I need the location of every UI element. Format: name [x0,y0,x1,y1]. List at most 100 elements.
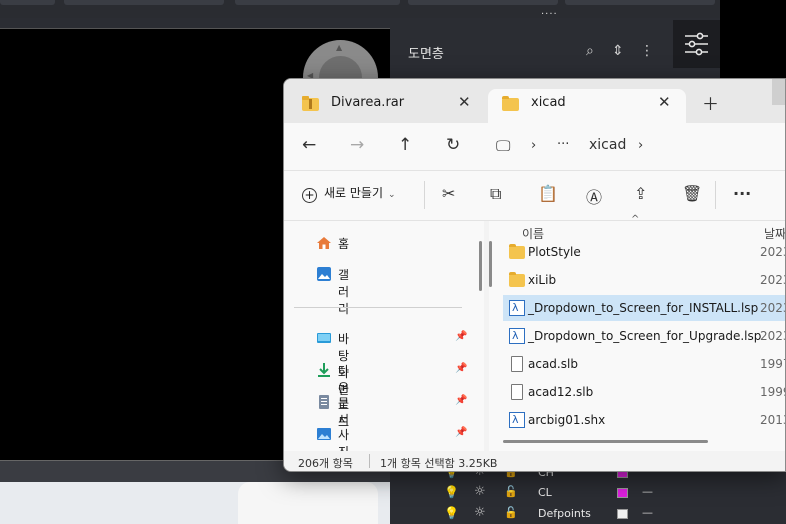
layer-panel-title: 도면층 [408,47,444,62]
file-row-selected[interactable]: _Dropdown_to_Screen_for_INSTALL.lsp 2023 [503,295,785,321]
sidebar-divider [294,307,462,308]
more-options-icon[interactable]: ··· [733,184,751,203]
layer-row[interactable]: 💡 ☼ 🔓 CL — [440,483,720,503]
document-icon [319,395,329,409]
new-item-button[interactable]: + 새로 만들기 ⌄ [302,184,396,203]
file-name: PlotStyle [528,245,581,259]
file-row[interactable]: arcbig01.shx 2013 [503,407,785,433]
sort-icon[interactable]: ⇕ [612,44,624,58]
sliders-icon [685,32,708,56]
list-scrollbar[interactable] [489,241,492,287]
close-icon[interactable]: ✕ [658,93,671,111]
tab-divarea[interactable]: Divarea.rar ✕ [288,89,486,123]
cad-top-tab[interactable] [0,0,55,5]
layer-color-swatch[interactable] [617,488,628,498]
chevron-down-icon: ⌄ [388,190,396,200]
file-date: 2013 [760,413,785,427]
paste-icon[interactable]: 📋 [538,184,558,203]
file-date: 1999 [760,385,785,399]
copy-icon[interactable]: ⧉ [490,184,501,204]
cut-icon[interactable]: ✂ [442,184,455,203]
cad-bottom-panel [0,482,390,524]
archive-folder-icon [302,96,319,111]
file-date: 2023 [760,245,785,259]
selection-info: 1개 항목 선택함 3.25KB [380,457,498,470]
item-count: 206개 항목 [298,457,353,470]
horizontal-scrollbar[interactable] [503,440,708,443]
file-explorer-window: Divarea.rar ✕ xicad ✕ ＋ ← → ↑ ↻ 🖵 › ··· … [283,78,786,472]
lisp-file-icon [509,300,525,316]
status-bar: 206개 항목 1개 항목 선택함 3.25KB [284,451,785,471]
file-row[interactable]: xiLib 2023 [503,267,785,293]
pin-icon[interactable]: 📌 [455,427,467,438]
download-icon [318,363,330,377]
file-icon [511,384,523,400]
status-divider [369,454,370,468]
file-name: xiLib [528,273,557,287]
arrow-up-icon[interactable]: ▲ [336,43,342,52]
tab-bar: Divarea.rar ✕ xicad ✕ ＋ [284,79,785,123]
file-icon [511,356,523,372]
lightbulb-icon[interactable]: 💡 [444,485,459,499]
cad-top-tab[interactable] [408,0,558,5]
pin-icon[interactable]: 📌 [455,363,467,374]
file-name: arcbig01.shx [528,413,606,427]
monitor-icon[interactable]: 🖵 [496,137,510,155]
file-row[interactable]: _Dropdown_to_Screen_for_Upgrade.lsp 2023 [503,323,785,349]
cad-bottom-shape [238,482,378,524]
cad-top-tab[interactable] [565,0,715,5]
file-row[interactable]: acad.slb 1997 [503,351,785,377]
file-row[interactable]: PlotStyle 2023 [503,239,785,265]
layer-name: CL [538,486,552,499]
home-icon [317,237,331,249]
more-vertical-icon[interactable]: ⋮ [640,44,654,58]
new-tab-plus-icon[interactable]: ＋ [702,90,719,115]
file-list: ^ 이름 날짜 PlotStyle 2023 xiLib 2023 _Dropd… [489,214,785,451]
more-dots-icon[interactable]: ···· [541,9,558,20]
sidebar-scrollbar[interactable] [479,241,482,291]
file-date: 2023 [760,329,785,343]
file-row[interactable]: acad12.slb 1999 [503,379,785,405]
tab-xicad[interactable]: xicad ✕ [488,89,686,123]
gallery-icon [317,267,331,281]
tab-label: xicad [531,95,566,110]
sidebar-label: 문서 [338,396,350,427]
layer-row[interactable]: 💡 ☼ 🔓 Defpoints — [440,504,720,524]
search-icon[interactable]: ⌕ [586,44,594,58]
back-arrow-icon[interactable]: ← [302,135,316,155]
sun-icon[interactable]: ☼ [474,484,486,499]
forward-arrow-icon[interactable]: → [350,135,364,155]
sun-icon[interactable]: ☼ [474,505,486,520]
new-item-label: 새로 만들기 [324,186,384,200]
lisp-file-icon [509,328,525,344]
breadcrumb-current[interactable]: xicad [589,137,626,153]
command-bar: + 새로 만들기 ⌄ ✂ ⧉ 📋 Ⓐ ⇪ 🗑 ··· [284,171,785,221]
file-name: _Dropdown_to_Screen_for_Upgrade.lsp [528,329,762,343]
lock-icon[interactable]: 🔓 [504,506,518,519]
cad-top-tab[interactable] [235,0,400,5]
desktop-icon [317,333,331,343]
lightbulb-icon[interactable]: 💡 [444,506,459,520]
toolbar-divider [715,181,716,209]
pin-icon[interactable]: 📌 [455,331,467,342]
delete-icon[interactable]: 🗑 [682,184,702,203]
linetype-dash: — [642,485,653,498]
chevron-right-icon[interactable]: › [638,138,643,153]
sidebar-label: 갤러리 [338,268,350,316]
share-icon[interactable]: ⇪ [634,184,647,203]
window-control-strip[interactable] [772,79,785,105]
toolbar-divider [424,181,425,209]
close-icon[interactable]: ✕ [458,93,471,111]
up-arrow-icon[interactable]: ↑ [398,135,412,155]
file-date: 1997 [760,357,785,371]
chevron-right-icon[interactable]: › [531,138,536,153]
rename-icon[interactable]: Ⓐ [586,184,602,208]
pin-icon[interactable]: 📌 [455,395,467,406]
breadcrumb-ellipsis[interactable]: ··· [557,137,569,152]
layer-color-swatch[interactable] [617,509,628,519]
cad-top-tab[interactable] [64,0,224,5]
refresh-icon[interactable]: ↻ [446,135,460,155]
layer-settings-button[interactable] [673,20,720,68]
navigation-bar: ← → ↑ ↻ 🖵 › ··· xicad › [284,123,785,171]
lock-icon[interactable]: 🔓 [504,485,518,498]
